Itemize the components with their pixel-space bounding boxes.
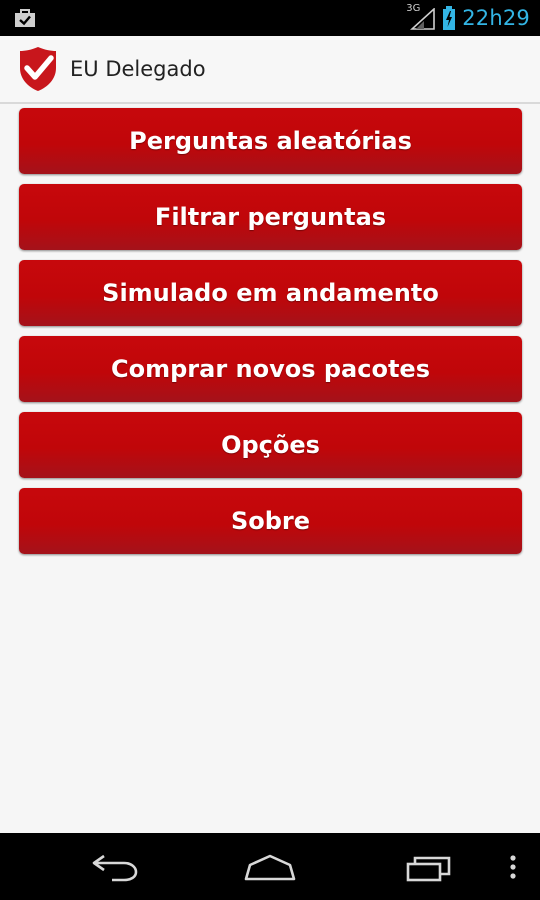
back-icon: [92, 854, 138, 881]
home-icon: [244, 854, 296, 880]
filter-questions-button[interactable]: Filtrar perguntas: [19, 184, 522, 250]
app-title: EU Delegado: [70, 57, 206, 81]
overflow-menu-button[interactable]: [498, 833, 528, 900]
battery-charging-icon: [443, 6, 456, 30]
back-button[interactable]: [70, 833, 160, 900]
signal-indicator: 3G: [406, 3, 436, 32]
action-bar: EU Delegado: [0, 36, 540, 104]
status-clock: 22h29: [462, 6, 530, 30]
exam-in-progress-button[interactable]: Simulado em andamento: [19, 260, 522, 326]
overflow-menu-icon: [510, 854, 516, 879]
home-button[interactable]: [225, 833, 315, 900]
status-icons: 3G 22h29: [406, 0, 530, 36]
shield-check-logo[interactable]: [18, 46, 58, 92]
buy-new-packages-button[interactable]: Comprar novos pacotes: [19, 336, 522, 402]
recents-icon: [406, 856, 451, 881]
random-questions-button[interactable]: Perguntas aleatórias: [19, 108, 522, 174]
status-bar: 3G 22h29: [0, 0, 540, 36]
about-button[interactable]: Sobre: [19, 488, 522, 554]
signal-icon: [410, 8, 436, 30]
recents-button[interactable]: [385, 833, 475, 900]
navigation-bar: [0, 833, 540, 900]
shopping-bag-check-icon: [15, 9, 35, 27]
main-menu: Perguntas aleatórias Filtrar perguntas S…: [19, 108, 522, 564]
options-button[interactable]: Opções: [19, 412, 522, 478]
